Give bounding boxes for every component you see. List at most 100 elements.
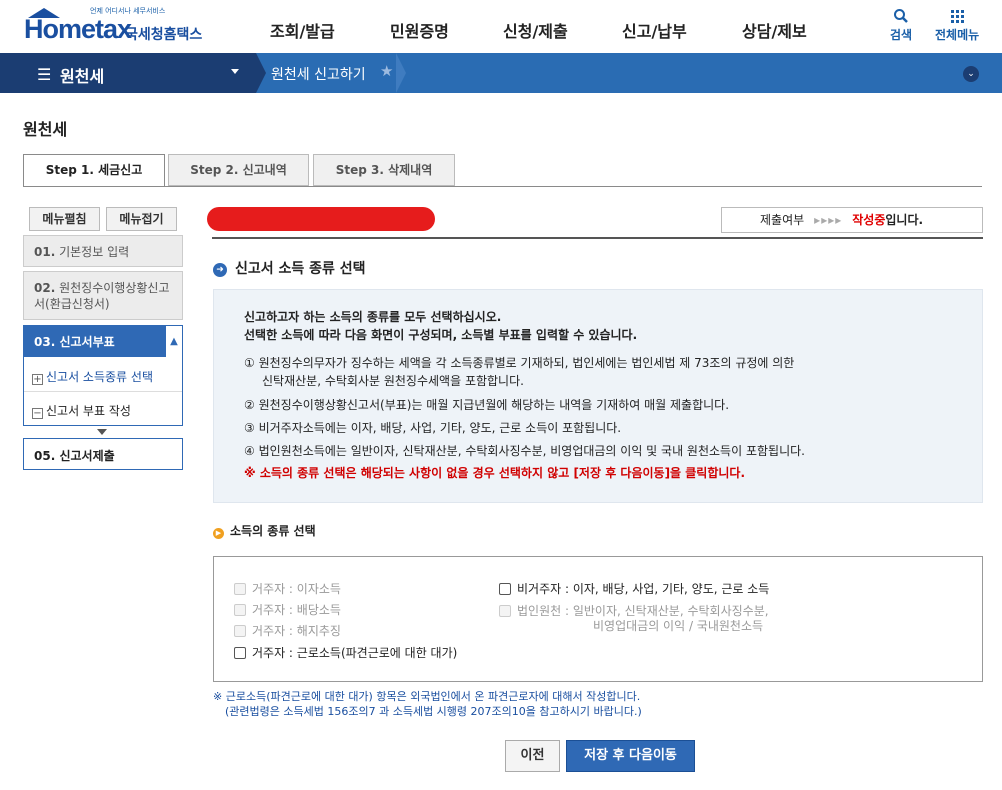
plus-box-icon: +	[32, 374, 43, 385]
checkbox-icon[interactable]	[234, 604, 246, 616]
search-label: 검색	[890, 28, 913, 42]
step-label: 신고서부표	[59, 335, 115, 349]
tab-step3[interactable]: Step 3. 삭제내역	[313, 154, 455, 186]
logo-korean-name: 국세청홈택스	[125, 27, 203, 43]
gnb-item-application[interactable]: 신청/제출	[503, 18, 568, 42]
step-label: 기본정보 입력	[59, 245, 130, 259]
section-title: ➜ 신고서 소득 종류 선택	[213, 258, 366, 278]
hometax-logo[interactable]: 언제 어디서나 세무서비스 Hometax 국세청홈택스	[22, 6, 207, 46]
down-arrow-icon	[97, 429, 107, 435]
tab-underline	[23, 186, 982, 187]
option-label: 법인원천 : 일반이자, 신탁재산분, 수탁회사징수분,	[517, 604, 769, 618]
gnb-item-inquiry[interactable]: 조회/발급	[270, 18, 335, 42]
gnb-item-certificate[interactable]: 민원증명	[390, 18, 449, 42]
footnote-line: (관련법령은 소득세법 156조의7 과 소득세법 시행령 207조의10을 참…	[225, 705, 642, 718]
option-label: 거주자 : 근로소득(파견근로에 대한 대가)	[252, 646, 458, 660]
footnote-line: ※ 근로소득(파견근로에 대한 대가) 항목은 외국법인에서 온 파견근로자에 …	[213, 690, 641, 703]
instruction-line: ③ 비거주자소득에는 이자, 배당, 사업, 기타, 양도, 근로 소득이 포함…	[244, 421, 622, 435]
sidebar-substeps: + 신고서 소득종류 선택 − 신고서 부표 작성	[23, 357, 183, 426]
checkbox-icon[interactable]	[499, 583, 511, 595]
section-title-text: 신고서 소득 종류 선택	[235, 261, 366, 277]
redacted-name	[207, 207, 435, 231]
grid-menu-icon	[951, 10, 965, 23]
checkbox-resident-interest[interactable]: 거주자 : 이자소득	[234, 580, 341, 597]
page-title: 원천세	[23, 120, 68, 139]
option-label-continued: 비영업대금의 이익 / 국내원천소득	[593, 619, 764, 633]
footnote: ※ 근로소득(파견근로에 대한 대가) 항목은 외국법인에서 온 파견근로자에 …	[213, 689, 642, 719]
tab-step1[interactable]: Step 1. 세금신고	[23, 154, 165, 187]
checkbox-icon[interactable]	[234, 647, 246, 659]
substep-label: 신고서 부표 작성	[46, 404, 131, 418]
menu-expand-button[interactable]: 메뉴펼침	[29, 207, 100, 231]
chevron-down-icon[interactable]: ⌄	[963, 66, 979, 82]
instruction-line: 신고하고자 하는 소득의 종류를 모두 선택하십시오.	[244, 310, 502, 324]
submission-status: 제출여부 ▸▸▸▸ 작성중입니다.	[721, 207, 983, 233]
menu-collapse-button[interactable]: 메뉴접기	[106, 207, 177, 231]
tab-step2[interactable]: Step 2. 신고내역	[168, 154, 309, 186]
option-label: 거주자 : 해지추징	[252, 624, 341, 638]
option-label: 거주자 : 배당소득	[252, 603, 341, 617]
chevron-up-icon[interactable]: ▲	[166, 326, 182, 357]
hamburger-icon: ☰	[37, 65, 52, 84]
instruction-warning: ※ 소득의 종류 선택은 해당되는 사항이 없을 경우 선택하지 않고 [저장 …	[244, 466, 746, 480]
sub-title-text: 소득의 종류 선택	[230, 524, 316, 538]
all-menu-button[interactable]: 전체메뉴	[935, 8, 979, 43]
status-label: 제출여부	[760, 213, 805, 227]
all-menu-label: 전체메뉴	[935, 28, 980, 42]
status-suffix: 입니다.	[885, 213, 924, 227]
option-label: 비거주자 : 이자, 배당, 사업, 기타, 양도, 근로 소득	[517, 582, 770, 596]
breadcrumb-current[interactable]: 원천세 신고하기	[271, 64, 366, 84]
breadcrumb-arrow-icon-2	[396, 53, 406, 93]
top-header: 언제 어디서나 세무서비스 Hometax 국세청홈택스 조회/발급 민원증명 …	[0, 0, 1002, 53]
checkbox-icon[interactable]	[234, 583, 246, 595]
step-label: 원천징수이행상황신고서(환급신청서)	[34, 281, 170, 311]
step-number: 05.	[34, 449, 56, 463]
checkbox-icon[interactable]	[234, 625, 246, 637]
instruction-line: ④ 법인원천소득에는 일반이자, 신탁재산분, 수탁회사징수분, 비영업대금의 …	[244, 444, 805, 458]
save-next-button[interactable]: 저장 후 다음이동	[566, 740, 695, 772]
arrow-circle-icon: ➜	[213, 263, 227, 277]
option-label: 거주자 : 이자소득	[252, 582, 341, 596]
instruction-line: 선택한 소득에 따라 다음 화면이 구성되며, 소득별 부표를 입력할 수 있습…	[244, 328, 638, 342]
prev-button[interactable]: 이전	[505, 740, 560, 772]
step-number: 01.	[34, 245, 56, 259]
substep-income-type[interactable]: + 신고서 소득종류 선택	[32, 368, 153, 385]
divider	[24, 391, 182, 392]
substep-appendix[interactable]: − 신고서 부표 작성	[32, 402, 131, 419]
caret-down-icon	[231, 69, 239, 74]
location-bar: ☰ 원천세 원천세 신고하기 ★	[0, 53, 1002, 93]
logo-wordmark: Hometax	[24, 14, 132, 44]
step-label: 신고서제출	[59, 449, 115, 463]
favorite-star-icon[interactable]: ★	[380, 62, 393, 80]
instruction-box: 신고하고자 하는 소득의 종류를 모두 선택하십시오. 선택한 소득에 따라 다…	[213, 289, 983, 503]
status-value: 작성중	[852, 213, 886, 227]
sub-title: ▶ 소득의 종류 선택	[213, 522, 316, 539]
step-number: 03.	[34, 335, 56, 349]
checkbox-resident-surcharge[interactable]: 거주자 : 해지추징	[234, 622, 341, 639]
checkbox-resident-dividend[interactable]: 거주자 : 배당소득	[234, 601, 341, 618]
search-button[interactable]: 검색	[890, 8, 912, 43]
bullet-circle-icon: ▶	[213, 528, 224, 539]
search-icon	[894, 9, 908, 23]
sidebar-step-05[interactable]: 05. 신고서제출	[23, 438, 183, 470]
checkbox-icon[interactable]	[499, 605, 511, 617]
gnb-item-consult[interactable]: 상담/제보	[742, 18, 807, 42]
menu-dropdown-label: 원천세	[60, 67, 105, 86]
menu-dropdown[interactable]: ☰ 원천세	[0, 53, 256, 93]
income-type-selection: 거주자 : 이자소득 거주자 : 배당소득 거주자 : 해지추징 거주자 : 근…	[213, 556, 983, 682]
sidebar-step-01[interactable]: 01. 기본정보 입력	[23, 235, 183, 267]
sidebar-step-02[interactable]: 02. 원천징수이행상황신고서(환급신청서)	[23, 271, 183, 320]
checkbox-nonresident[interactable]: 비거주자 : 이자, 배당, 사업, 기타, 양도, 근로 소득	[499, 580, 769, 597]
breadcrumb-arrow-icon	[256, 53, 266, 93]
instruction-line: 신탁재산분, 수탁회사분 원천징수세액을 포함합니다.	[262, 374, 524, 388]
step-number: 02.	[34, 281, 56, 295]
substep-label: 신고서 소득종류 선택	[46, 370, 153, 384]
sidebar-step-03[interactable]: 03. 신고서부표 ▲	[23, 325, 183, 357]
divider	[212, 237, 983, 239]
status-arrows: ▸▸▸▸	[814, 213, 843, 227]
minus-box-icon: −	[32, 408, 43, 419]
gnb-item-filing[interactable]: 신고/납부	[622, 18, 687, 42]
instruction-line: ② 원천징수이행상황신고서(부표)는 매월 지급년월에 해당하는 내역을 기재하…	[244, 398, 730, 412]
checkbox-resident-labor[interactable]: 거주자 : 근로소득(파견근로에 대한 대가)	[234, 644, 457, 661]
instruction-line: ① 원천징수의무자가 징수하는 세액을 각 소득종류별로 기재하되, 법인세에는…	[244, 356, 795, 370]
